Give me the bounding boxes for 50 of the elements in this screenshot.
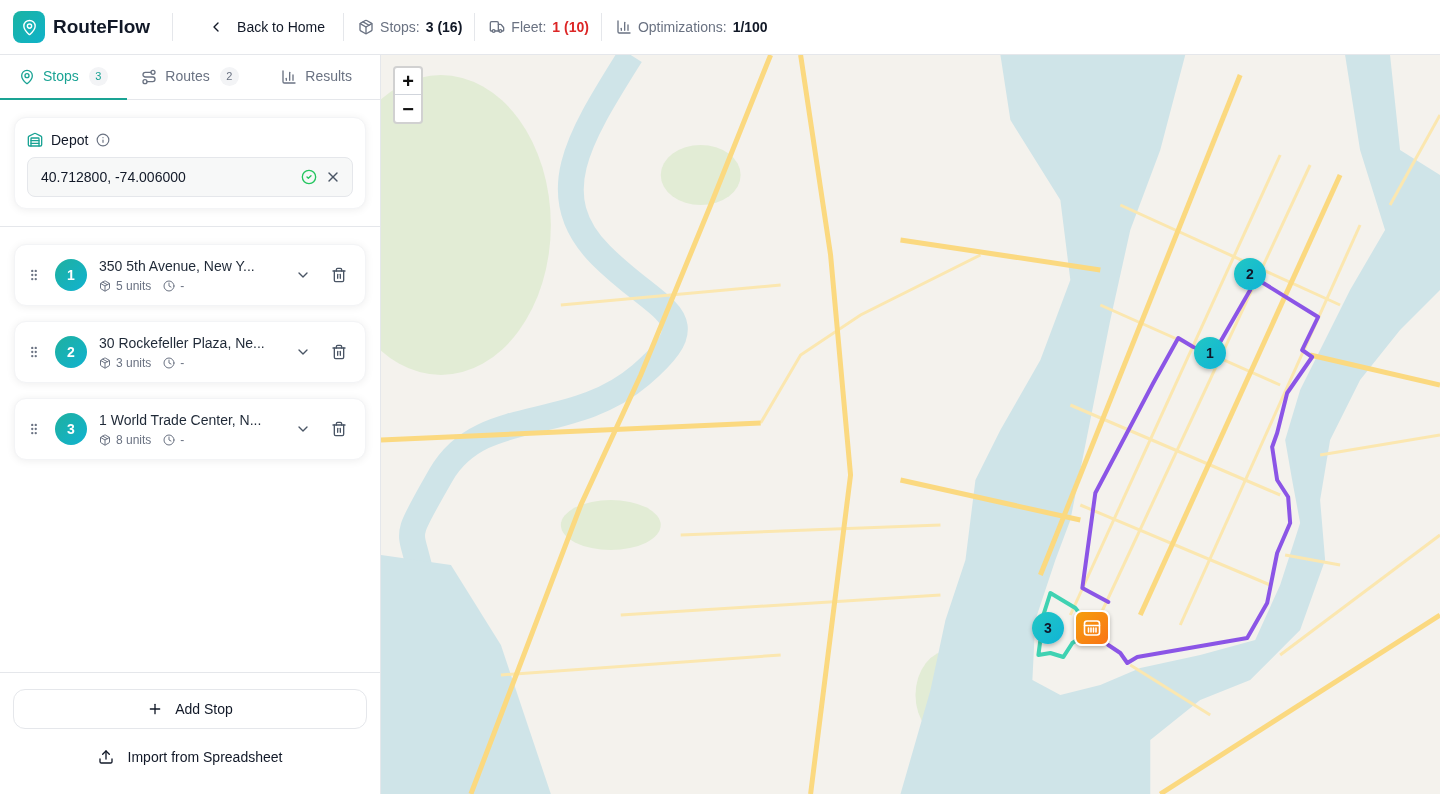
bar-chart-icon <box>615 19 632 35</box>
zoom-out-button[interactable]: − <box>395 95 421 122</box>
stat-value: 3 (16) <box>425 17 463 37</box>
warehouse-icon <box>27 132 43 148</box>
clock-icon <box>163 279 176 292</box>
sidebar-tab[interactable]: Routes 2 <box>126 55 254 100</box>
clock-icon <box>163 356 176 369</box>
trash-icon <box>331 267 347 283</box>
back-link[interactable]: Back to Home <box>202 12 332 42</box>
stat-label: Stops: <box>380 17 420 37</box>
stop-units: 3 units <box>116 354 152 371</box>
count-badge: 3 <box>88 67 108 86</box>
stop-number: 3 <box>55 413 87 445</box>
upload-icon <box>97 749 114 765</box>
package-icon <box>99 356 111 369</box>
stop-address: 350 5th Avenue, New Y... <box>99 256 256 275</box>
stop-number: 2 <box>55 336 87 368</box>
depot-label: Depot <box>51 130 89 150</box>
bar-chart-icon <box>281 68 298 85</box>
package-icon <box>358 19 375 35</box>
count-badge: 2 <box>219 67 239 86</box>
stat-label: Fleet: <box>511 17 547 37</box>
warehouse-marker-icon[interactable] <box>1074 610 1110 646</box>
stat-value: 1/100 <box>732 17 768 37</box>
route-icon <box>141 68 158 85</box>
stop-number: 1 <box>55 259 87 291</box>
coordinates-input[interactable]: 40.712800, -74.006000 <box>27 157 353 197</box>
stop-units: 5 units <box>116 277 152 294</box>
stop-time: - <box>180 277 185 294</box>
stop-time: - <box>180 354 185 371</box>
stat-label: Optimizations: <box>637 17 727 37</box>
stop-time: - <box>180 431 185 448</box>
package-icon <box>99 279 111 292</box>
stop-units: 8 units <box>116 431 152 448</box>
clock-icon <box>163 433 176 446</box>
import-button[interactable]: Import from Spreadsheet <box>13 737 367 777</box>
package-icon <box>99 433 111 446</box>
add-stop-button[interactable]: Add Stop <box>13 689 367 729</box>
map-pin-icon <box>18 68 35 85</box>
map-pin-logo-icon <box>13 11 45 43</box>
trash-icon <box>331 421 347 437</box>
trash-icon <box>331 344 347 360</box>
stat-value: 1 (10) <box>552 17 589 37</box>
app-title: RouteFlow <box>53 14 151 39</box>
zoom-in-button[interactable]: + <box>395 68 421 95</box>
stop-address: 1 World Trade Center, N... <box>99 410 263 429</box>
stop-address: 30 Rockefeller Plaza, Ne... <box>99 333 266 352</box>
info-icon[interactable] <box>96 133 111 147</box>
sidebar-tab[interactable]: Results <box>253 55 380 100</box>
truck-icon <box>489 19 506 35</box>
